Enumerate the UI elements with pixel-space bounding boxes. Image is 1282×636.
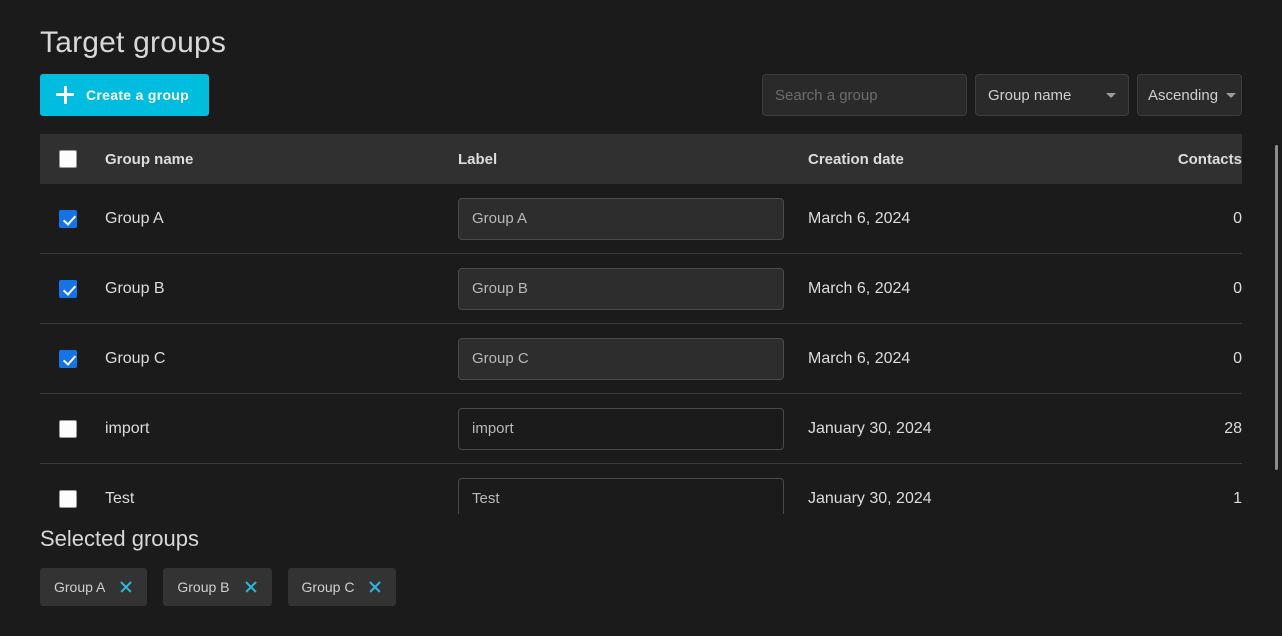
table-row[interactable]: Group A March 6, 20240	[40, 184, 1242, 254]
selected-group-chip: Group B	[163, 568, 271, 606]
target-groups-table: Group name Label Creation date Contacts …	[40, 134, 1242, 514]
selected-group-chip-label: Group A	[54, 579, 105, 595]
cell-group-name: Group B	[105, 280, 458, 298]
label-input[interactable]	[458, 268, 784, 310]
page-title: Target groups	[40, 24, 226, 62]
chevron-down-icon	[1226, 93, 1236, 98]
cell-label	[458, 478, 808, 515]
table-row[interactable]: import January 30, 202428	[40, 394, 1242, 464]
row-select-cell	[40, 420, 105, 438]
cell-label	[458, 408, 808, 450]
cell-contacts: 0	[1163, 210, 1242, 228]
row-select-cell	[40, 490, 105, 508]
sort-order-value: Ascending	[1148, 87, 1218, 104]
cell-group-name: import	[105, 420, 458, 438]
selected-group-chip: Group C	[288, 568, 397, 606]
label-input[interactable]	[458, 408, 784, 450]
sort-order-select[interactable]: Ascending	[1137, 74, 1242, 116]
selected-group-chip-label: Group C	[302, 579, 355, 595]
target-groups-page: Target groups Create a group Group name …	[0, 0, 1282, 636]
row-select-checkbox[interactable]	[59, 490, 77, 508]
table-row[interactable]: Group C March 6, 20240	[40, 324, 1242, 394]
selected-groups-chip-list: Group A Group B Group C	[40, 568, 396, 606]
column-header-creation-date[interactable]: Creation date	[808, 151, 1163, 168]
create-a-group-button[interactable]: Create a group	[40, 74, 209, 116]
table-row[interactable]: Test January 30, 20241	[40, 464, 1242, 514]
column-header-contacts[interactable]: Contacts	[1163, 151, 1242, 168]
row-select-cell	[40, 210, 105, 228]
selected-group-chip-label: Group B	[177, 579, 229, 595]
select-all-checkbox[interactable]	[59, 150, 77, 168]
chevron-down-icon	[1106, 93, 1116, 98]
column-header-label[interactable]: Label	[458, 151, 808, 168]
sort-field-value: Group name	[988, 87, 1106, 104]
table-scrollbar-thumb[interactable]	[1275, 145, 1278, 470]
table-row[interactable]: Group B March 6, 20240	[40, 254, 1242, 324]
row-select-checkbox[interactable]	[59, 210, 77, 228]
select-all-cell	[40, 150, 105, 168]
cell-creation-date: January 30, 2024	[808, 420, 1163, 438]
cell-label	[458, 198, 808, 240]
plus-icon	[56, 86, 74, 104]
close-icon[interactable]	[368, 580, 382, 594]
row-select-cell	[40, 350, 105, 368]
cell-group-name: Group C	[105, 350, 458, 368]
label-input[interactable]	[458, 198, 784, 240]
cell-creation-date: March 6, 2024	[808, 350, 1163, 368]
cell-group-name: Test	[105, 490, 458, 508]
cell-contacts: 28	[1163, 420, 1242, 438]
column-header-group-name[interactable]: Group name	[105, 151, 458, 168]
row-select-cell	[40, 280, 105, 298]
cell-contacts: 1	[1163, 490, 1242, 508]
selected-group-chip: Group A	[40, 568, 147, 606]
cell-creation-date: March 6, 2024	[808, 210, 1163, 228]
row-select-checkbox[interactable]	[59, 420, 77, 438]
create-a-group-label: Create a group	[86, 87, 189, 103]
table-scrollbar[interactable]	[1275, 134, 1278, 514]
cell-contacts: 0	[1163, 350, 1242, 368]
search-input[interactable]	[762, 74, 967, 116]
cell-creation-date: January 30, 2024	[808, 490, 1163, 508]
label-input[interactable]	[458, 478, 784, 515]
table-body: Group AMarch 6, 20240Group BMarch 6, 202…	[40, 184, 1242, 514]
cell-contacts: 0	[1163, 280, 1242, 298]
cell-group-name: Group A	[105, 210, 458, 228]
table-header-row: Group name Label Creation date Contacts	[40, 134, 1242, 184]
label-input[interactable]	[458, 338, 784, 380]
cell-label	[458, 338, 808, 380]
close-icon[interactable]	[244, 580, 258, 594]
selected-groups-section: Selected groups Group A Group B Group C	[40, 524, 396, 606]
cell-label	[458, 268, 808, 310]
row-select-checkbox[interactable]	[59, 280, 77, 298]
toolbar: Create a group Group name Ascending	[0, 74, 1282, 116]
selected-groups-title: Selected groups	[40, 524, 396, 554]
sort-field-select[interactable]: Group name	[975, 74, 1129, 116]
close-icon[interactable]	[119, 580, 133, 594]
cell-creation-date: March 6, 2024	[808, 280, 1163, 298]
row-select-checkbox[interactable]	[59, 350, 77, 368]
